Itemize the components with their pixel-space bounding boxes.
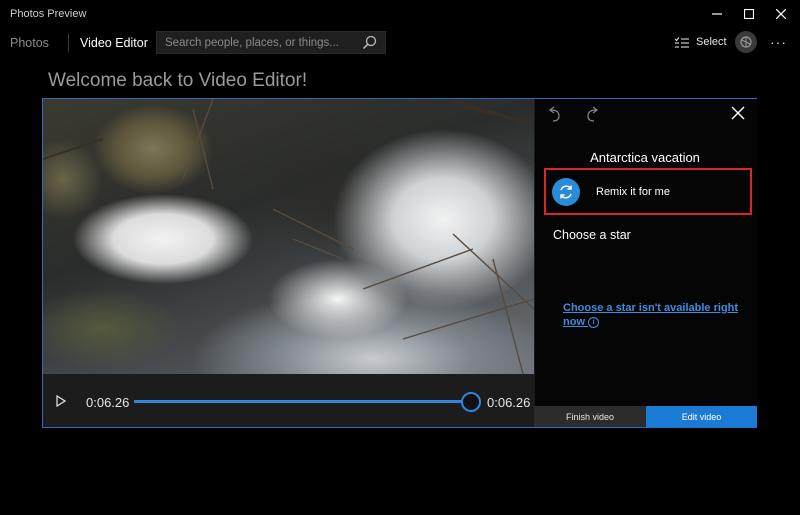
total-time: 0:06.26: [487, 395, 531, 410]
account-avatar[interactable]: [735, 31, 757, 53]
remix-icon-badge: [552, 177, 580, 206]
minimize-button[interactable]: [702, 0, 732, 28]
maximize-icon: [744, 9, 754, 19]
tab-divider: [68, 34, 69, 52]
play-icon: [56, 395, 66, 407]
info-icon[interactable]: i: [588, 316, 600, 328]
current-time: 0:06.26: [86, 395, 130, 410]
choose-star-heading: Choose a star: [553, 228, 631, 242]
star-unavailable-link[interactable]: Choose a star isn't available right now …: [563, 301, 743, 329]
more-options-button[interactable]: ···: [770, 34, 787, 50]
window-close-button[interactable]: [766, 0, 796, 28]
remix-label: Remix it for me: [596, 185, 670, 198]
account-icon: [740, 36, 752, 48]
seek-thumb[interactable]: [461, 392, 481, 412]
multi-select-icon: [674, 37, 689, 48]
undo-icon[interactable]: [545, 106, 563, 122]
page-title: Welcome back to Video Editor!: [48, 70, 308, 91]
maximize-button[interactable]: [734, 0, 764, 28]
select-button[interactable]: Select: [674, 36, 727, 48]
search-icon[interactable]: [362, 35, 377, 50]
tab-video-editor[interactable]: Video Editor: [80, 36, 148, 50]
refresh-icon: [560, 185, 572, 198]
redo-icon[interactable]: [584, 106, 602, 122]
edit-panel: [534, 99, 757, 406]
minimize-icon: [712, 13, 722, 15]
search-box[interactable]: [156, 31, 386, 54]
select-label: Select: [696, 36, 727, 48]
app-title: Photos Preview: [10, 8, 87, 20]
remix-button[interactable]: Remix it for me: [544, 168, 752, 215]
video-scene-branches: [43, 99, 534, 374]
close-icon: [776, 9, 786, 19]
edit-video-button[interactable]: Edit video: [646, 406, 757, 427]
close-icon[interactable]: [731, 106, 745, 120]
video-preview[interactable]: [43, 99, 534, 374]
play-button[interactable]: [54, 394, 68, 408]
seek-track[interactable]: [134, 400, 470, 403]
tab-photos[interactable]: Photos: [10, 36, 49, 50]
project-title: Antarctica vacation: [590, 150, 700, 165]
search-input[interactable]: [157, 35, 357, 50]
finish-video-button[interactable]: Finish video: [534, 406, 646, 427]
